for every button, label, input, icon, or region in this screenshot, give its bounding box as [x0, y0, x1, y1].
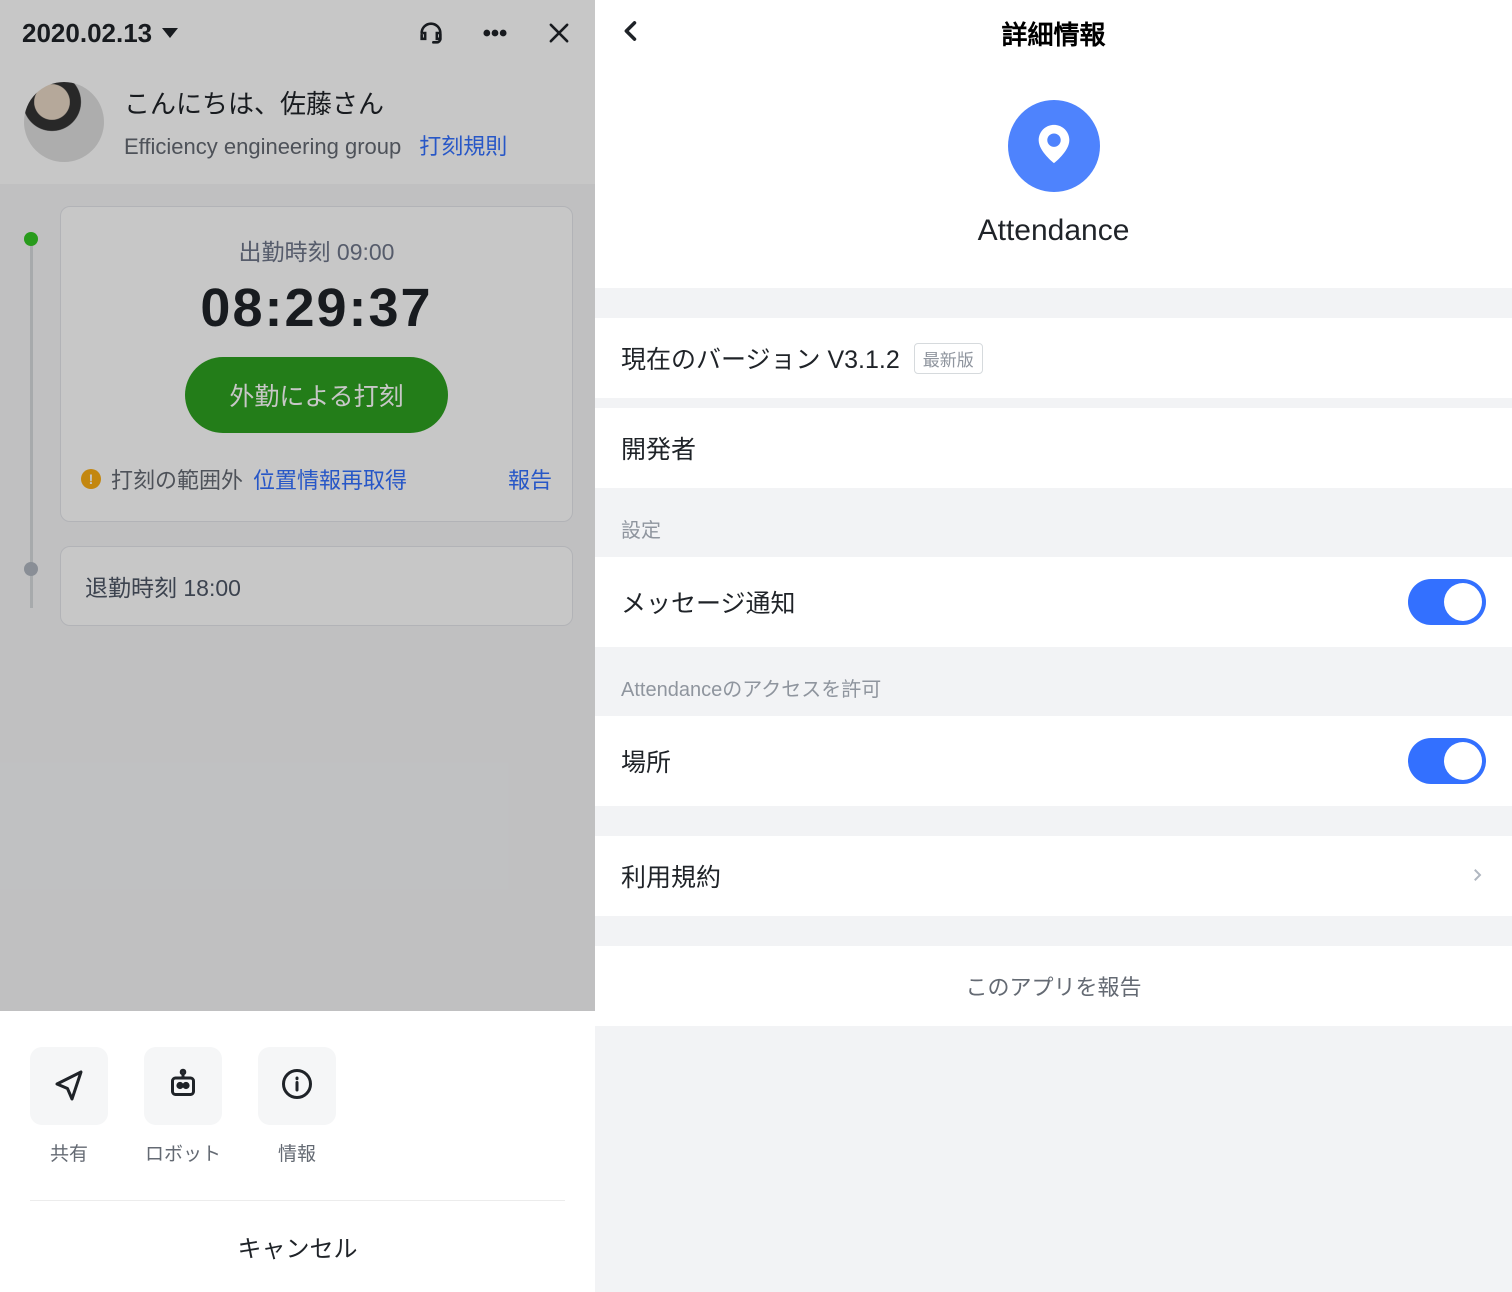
message-notify-label: メッセージ通知 — [621, 584, 796, 620]
report-app-button[interactable]: このアプリを報告 — [595, 946, 1512, 1026]
tos-label: 利用規約 — [621, 858, 721, 894]
info-icon — [279, 1066, 315, 1107]
report-link[interactable]: 報告 — [508, 463, 552, 495]
date-value: 2020.02.13 — [22, 18, 152, 49]
app-icon — [1008, 100, 1100, 192]
sheet-item-info[interactable]: 情報 — [258, 1047, 336, 1166]
app-name: Attendance — [595, 214, 1512, 248]
sheet-item-robot[interactable]: ロボット — [144, 1047, 222, 1166]
version-cell: 現在のバージョン V3.1.2 最新版 — [595, 318, 1512, 398]
location-toggle[interactable] — [1408, 738, 1486, 784]
sheet-item-share[interactable]: 共有 — [30, 1047, 108, 1166]
sheet-item-label: 情報 — [278, 1139, 316, 1166]
message-notify-cell: メッセージ通知 — [595, 557, 1512, 647]
reacquire-location-link[interactable]: 位置情報再取得 — [253, 463, 407, 495]
developer-label: 開発者 — [621, 430, 696, 466]
avatar — [24, 82, 104, 162]
latest-badge: 最新版 — [914, 343, 983, 374]
message-notify-toggle[interactable] — [1408, 579, 1486, 625]
location-label: 場所 — [621, 743, 671, 779]
current-time: 08:29:37 — [81, 277, 552, 339]
end-time-label: 退勤時刻 18:00 — [85, 569, 548, 603]
location-clock-icon — [1031, 121, 1077, 172]
sheet-item-label: ロボット — [145, 1139, 221, 1166]
punch-button[interactable]: 外勤による打刻 — [185, 357, 447, 433]
timeline-dot-start — [24, 232, 38, 246]
date-picker[interactable]: 2020.02.13 — [22, 18, 178, 49]
greeting-text: こんにちは、佐藤さん — [124, 84, 571, 121]
headset-icon[interactable] — [417, 19, 445, 47]
section-access-header: Attendanceのアクセスを許可 — [595, 647, 1512, 716]
chevron-down-icon — [162, 28, 178, 38]
timeline-dot-end — [24, 562, 38, 576]
clock-out-card: 退勤時刻 18:00 — [60, 546, 573, 626]
chevron-right-icon — [1468, 862, 1486, 891]
developer-cell[interactable]: 開発者 — [595, 408, 1512, 488]
action-sheet: 共有 ロボット 情報 キャンセル — [0, 1011, 595, 1292]
robot-icon — [165, 1066, 201, 1107]
timeline-track — [30, 240, 33, 608]
group-name: Efficiency engineering group — [124, 134, 401, 160]
clock-in-card: 出勤時刻 09:00 08:29:37 外勤による打刻 ! 打刻の範囲外 位置情… — [60, 206, 573, 522]
more-icon[interactable] — [481, 19, 509, 47]
out-of-range-text: 打刻の範囲外 — [111, 463, 243, 495]
cancel-button[interactable]: キャンセル — [30, 1200, 565, 1292]
sheet-item-label: 共有 — [50, 1139, 88, 1166]
close-icon[interactable] — [545, 19, 573, 47]
page-title: 詳細情報 — [617, 15, 1490, 52]
tos-cell[interactable]: 利用規約 — [595, 836, 1512, 916]
rules-link[interactable]: 打刻規則 — [419, 129, 507, 161]
version-label: 現在のバージョン V3.1.2 — [621, 340, 900, 376]
start-time-label: 出勤時刻 09:00 — [81, 233, 552, 267]
warning-icon: ! — [81, 469, 101, 489]
location-cell: 場所 — [595, 716, 1512, 806]
share-icon — [51, 1066, 87, 1107]
section-settings-header: 設定 — [595, 488, 1512, 557]
